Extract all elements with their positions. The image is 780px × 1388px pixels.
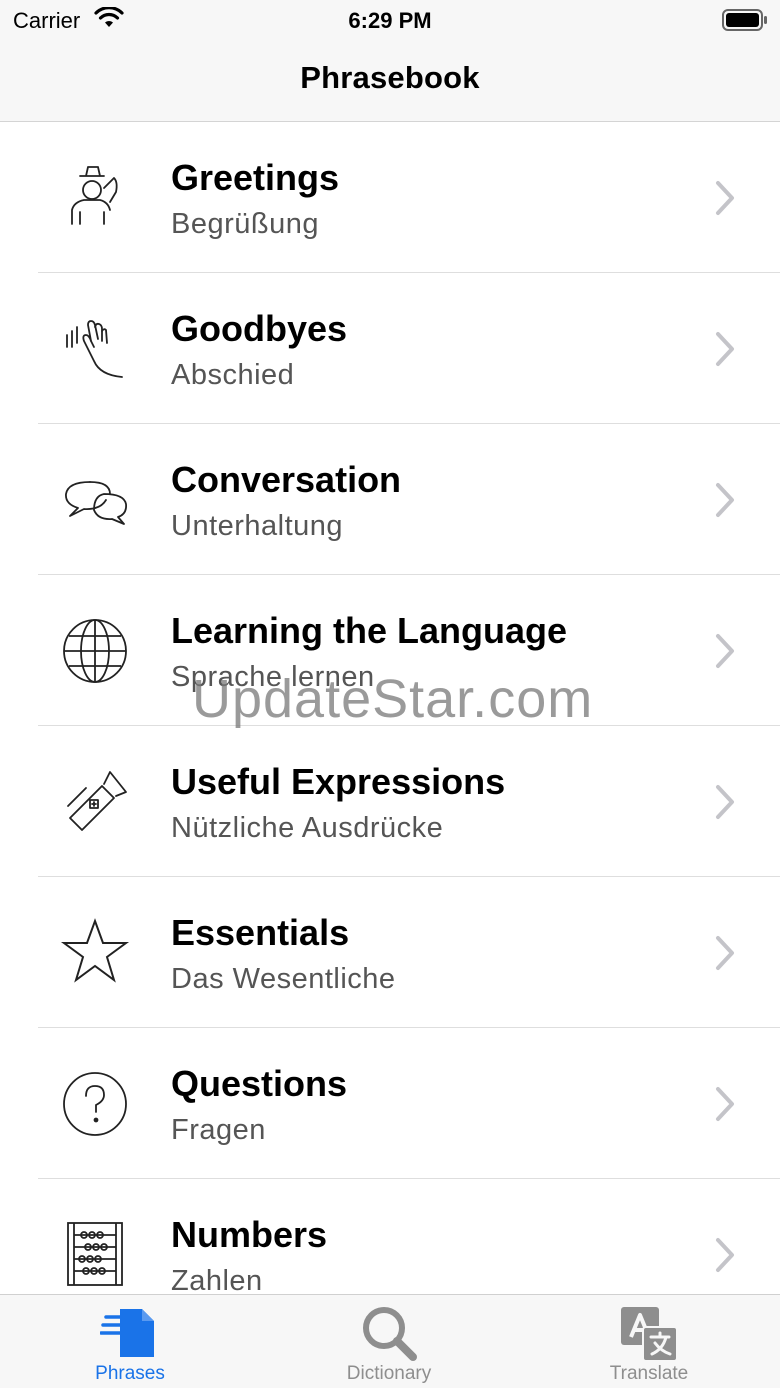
navigation-bar: Phrasebook [0, 40, 780, 122]
list-item-goodbyes[interactable]: Goodbyes Abschied [38, 273, 780, 424]
category-subtitle: Unterhaltung [171, 510, 344, 542]
globe-icon [63, 619, 127, 683]
speech-bubbles-icon [65, 481, 127, 525]
status-bar: Carrier 6:29 PM [0, 0, 780, 40]
person-hat-icon [71, 166, 118, 225]
chevron-right-icon [716, 1238, 734, 1272]
chevron-right-icon [716, 936, 734, 970]
category-title: Numbers [171, 1214, 328, 1255]
page-title: Phrasebook [300, 60, 480, 95]
chevron-right-icon [716, 483, 734, 517]
tab-label: Phrases [95, 1363, 165, 1384]
translate-icon [621, 1307, 678, 1362]
list-item-learning-the-language[interactable]: Learning the Language Sprache lernen [38, 575, 780, 726]
pocket-knife-icon [67, 771, 127, 831]
category-subtitle: Sprache lernen [171, 661, 375, 693]
category-title: Learning the Language [171, 610, 568, 651]
list-item-greetings[interactable]: Greetings Begrüßung [38, 122, 780, 273]
category-subtitle: Das Wesentliche [171, 963, 396, 995]
chevron-right-icon [716, 1087, 734, 1121]
category-title: Conversation [171, 459, 402, 500]
category-title: Greetings [171, 157, 340, 198]
category-subtitle: Zahlen [171, 1265, 263, 1294]
list-item-numbers[interactable]: Numbers Zahlen [38, 1179, 780, 1294]
category-subtitle: Begrüßung [171, 208, 319, 240]
category-title: Useful Expressions [171, 761, 506, 802]
list-item-essentials[interactable]: Essentials Das Wesentliche [38, 877, 780, 1028]
tab-phrases[interactable]: Phrases [40, 1295, 220, 1388]
category-subtitle: Abschied [171, 359, 295, 391]
chevron-right-icon [716, 181, 734, 215]
list-item-conversation[interactable]: Conversation Unterhaltung [38, 424, 780, 575]
tab-bar: Phrases Dictionary Translate [0, 1294, 780, 1388]
star-icon [60, 918, 130, 983]
question-circle-icon [63, 1072, 127, 1136]
magnifier-icon [363, 1307, 417, 1361]
battery-icon [722, 9, 767, 31]
category-list[interactable]: Greetings Begrüßung Goodbyes Abschied Co… [0, 122, 780, 1294]
abacus-icon [67, 1222, 123, 1286]
chevron-right-icon [716, 332, 734, 366]
category-title: Essentials [171, 912, 350, 953]
category-title: Questions [171, 1063, 348, 1104]
tab-dictionary[interactable]: Dictionary [299, 1295, 479, 1388]
chevron-right-icon [716, 634, 734, 668]
list-item-questions[interactable]: Questions Fragen [38, 1028, 780, 1179]
document-stack-icon [100, 1309, 154, 1357]
tab-label: Dictionary [346, 1363, 432, 1384]
list-item-useful-expressions[interactable]: Useful Expressions Nützliche Ausdrücke [38, 726, 780, 877]
clock: 6:29 PM [348, 8, 432, 33]
category-subtitle: Nützliche Ausdrücke [171, 812, 444, 844]
chevron-right-icon [716, 785, 734, 819]
tab-label: Translate [609, 1363, 689, 1384]
category-subtitle: Fragen [171, 1114, 266, 1146]
waving-hand-icon [66, 320, 123, 378]
category-title: Goodbyes [171, 308, 348, 349]
tab-translate[interactable]: Translate [559, 1295, 739, 1388]
